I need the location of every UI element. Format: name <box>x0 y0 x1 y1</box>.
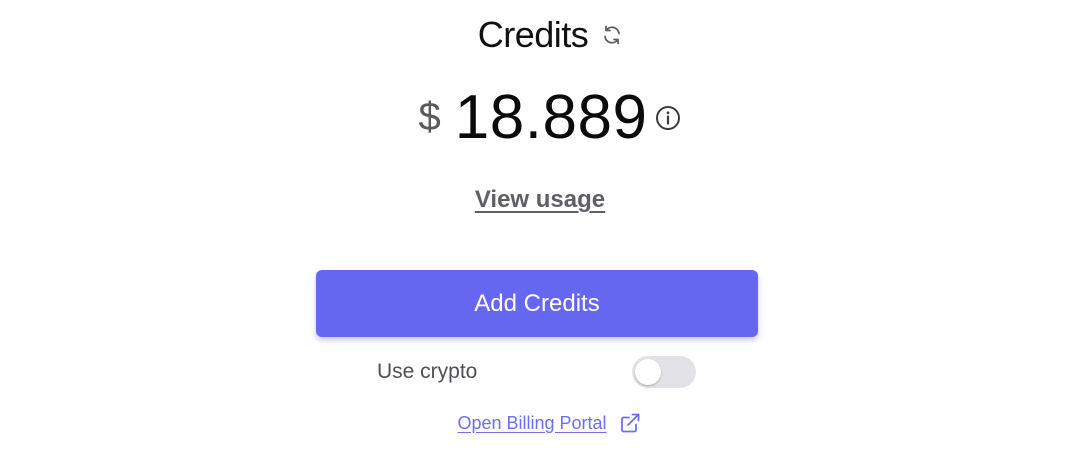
open-billing-portal-link[interactable]: Open Billing Portal <box>457 413 606 434</box>
currency-symbol: $ <box>418 95 441 139</box>
title-row: Credits <box>0 14 1080 56</box>
billing-portal-row: Open Billing Portal <box>0 412 1080 434</box>
balance-row: $ 18.889 <box>0 82 1080 153</box>
view-usage-row: View usage <box>0 186 1080 214</box>
use-crypto-toggle[interactable] <box>632 356 696 388</box>
use-crypto-row: Use crypto <box>377 356 697 390</box>
page-title: Credits <box>477 14 589 55</box>
refresh-icon[interactable] <box>600 23 624 47</box>
credits-panel: Credits $ 18.889 View usage Add Credits … <box>0 0 1080 464</box>
view-usage-link[interactable]: View usage <box>475 186 605 213</box>
add-credits-button[interactable]: Add Credits <box>316 270 758 337</box>
external-link-icon[interactable] <box>619 412 641 434</box>
credit-balance: 18.889 <box>454 83 648 152</box>
use-crypto-label: Use crypto <box>377 360 478 383</box>
info-icon[interactable] <box>655 105 681 131</box>
toggle-knob <box>635 359 661 385</box>
